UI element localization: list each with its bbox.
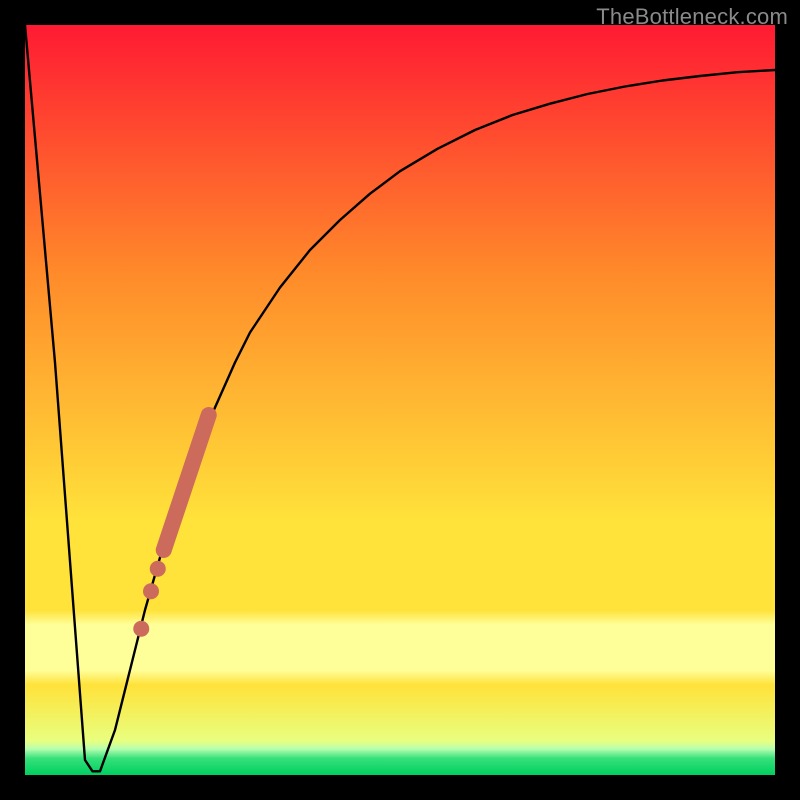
watermark-text: TheBottleneck.com (596, 4, 788, 30)
marker-dot-2 (133, 621, 149, 637)
marker-dot-1 (143, 583, 159, 599)
marker-dot-0 (150, 561, 166, 577)
chart-stage: TheBottleneck.com (0, 0, 800, 800)
plot-background (25, 25, 775, 775)
bottleneck-chart (0, 0, 800, 800)
